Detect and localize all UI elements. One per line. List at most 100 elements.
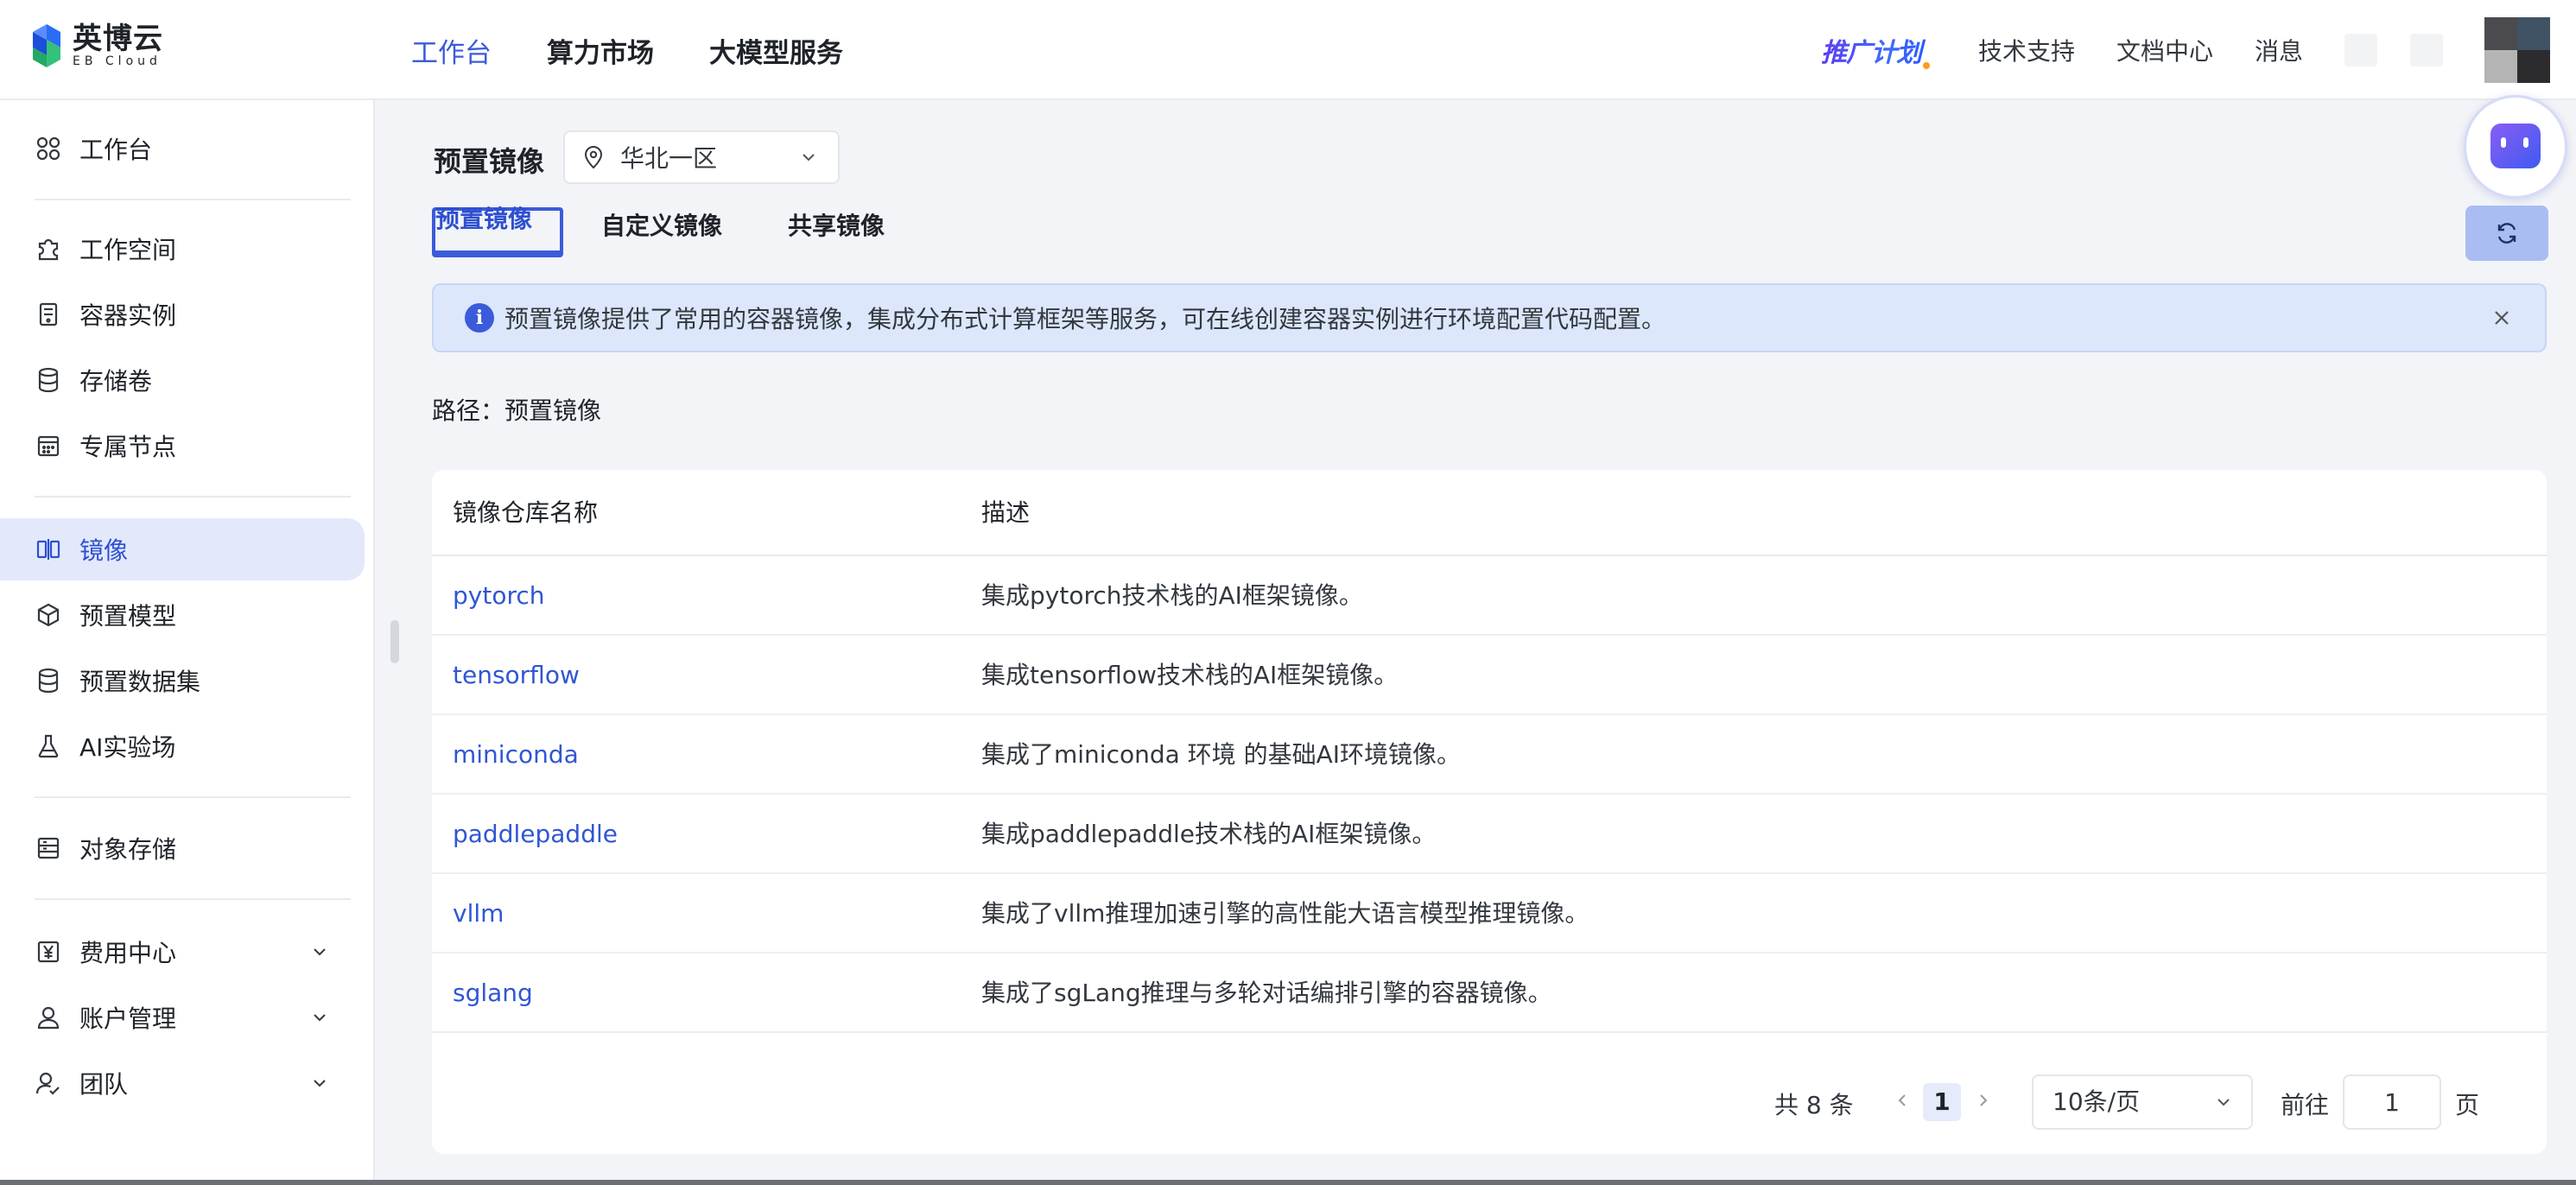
image-repo-table: 镜像仓库名称 描述 pytorch 集成pytorch技术栈的AI框架镜像。 t… [432,470,2547,1154]
tab-shared-images[interactable]: 共享镜像 [788,207,885,242]
info-icon: i [465,303,494,333]
refresh-icon [2497,223,2516,244]
window-bottom-edge [0,1180,2576,1185]
robot-icon [2490,124,2541,168]
ai-assistant-button[interactable] [2464,95,2567,199]
goto-label: 前往 [2281,1091,2330,1119]
repo-description: 集成paddlepaddle技术栈的AI框架镜像。 [981,820,1437,848]
chevron-down-icon [314,1080,326,1087]
team-icon [35,1072,60,1095]
repo-description: 集成tensorflow技术栈的AI框架镜像。 [981,661,1399,689]
chevron-down-icon [314,1014,326,1022]
repo-name-link[interactable]: vllm [453,874,504,954]
repo-name-link[interactable]: miniconda [453,715,579,795]
sidebar-item-label: AI实验场 [79,733,176,762]
alert-text: 预置镜像提供了常用的容器镜像，集成分布式计算框架等服务，可在线创建容器实例进行环… [504,305,1666,333]
page-size-select[interactable]: 10条/页 [2032,1074,2253,1130]
topnav-workbench[interactable]: 工作台 [411,31,492,70]
region-value: 华北一区 [620,144,718,173]
top-right-area: 推广计划 技术支持 文档中心 消息 [1821,0,2550,100]
repo-description: 集成了miniconda 环境 的基础AI环境镜像。 [981,740,1461,769]
docs-center-link[interactable]: 文档中心 [2116,33,2213,67]
table-row: miniconda 集成了miniconda 环境 的基础AI环境镜像。 [432,715,2547,795]
tab-active-indicator [435,250,560,254]
sidebar: 工作台 工作空间 容器实例 存储卷 专属节点 镜像 预置模型 预置数据集 AI实… [0,100,375,1185]
repo-name-link[interactable]: tensorflow [453,636,580,715]
sidebar-item-label: 专属节点 [79,433,177,461]
column-header-name: 镜像仓库名称 [453,498,599,527]
sidebar-divider [35,199,351,200]
chevron-down-icon [314,948,326,956]
top-nav: 工作台 算力市场 大模型服务 [411,0,898,100]
sidebar-item-label: 工作台 [79,136,153,164]
sidebar-item-object-storage[interactable]: 对象存储 [0,817,365,879]
repo-name-link[interactable]: pytorch [453,556,545,636]
sidebar-item-ai-lab[interactable]: AI实验场 [0,715,365,777]
table-row: paddlepaddle 集成paddlepaddle技术栈的AI框架镜像。 [432,795,2547,874]
sidebar-item-label: 账户管理 [79,1004,177,1033]
table-header: 镜像仓库名称 描述 [432,470,2547,556]
sidebar-item-preset-datasets[interactable]: 预置数据集 [0,650,365,712]
database-icon [38,668,59,694]
top-bar: 英博云 EB Cloud 工作台 算力市场 大模型服务 推广计划 技术支持 文档… [0,0,2576,100]
sidebar-item-images[interactable]: 镜像 [0,518,365,580]
sidebar-item-label: 预置模型 [79,602,177,631]
pagination-current-page[interactable]: 1 [1923,1083,1961,1121]
page-size-value: 10条/页 [2053,1087,2141,1116]
page-unit-label: 页 [2455,1091,2480,1119]
sidebar-item-workspace[interactable]: 工作空间 [0,218,365,280]
placeholder-icon[interactable] [2410,34,2443,67]
location-pin-icon [584,146,603,169]
goto-page-input[interactable] [2343,1074,2441,1130]
chevron-right-icon[interactable] [1973,1090,1994,1111]
sidebar-item-dedicated-nodes[interactable]: 专属节点 [0,415,365,477]
repo-name-link[interactable]: sglang [453,954,533,1033]
sidebar-item-storage-volumes[interactable]: 存储卷 [0,349,365,411]
puzzle-icon [38,238,59,261]
yen-icon [37,941,60,963]
tab-preset-images[interactable]: 预置镜像 [432,207,563,257]
sidebar-item-workbench[interactable]: 工作台 [0,117,365,180]
sidebar-item-label: 容器实例 [79,301,177,330]
logo[interactable]: 英博云 EB Cloud [29,21,163,69]
tech-support-link[interactable]: 技术支持 [1978,33,2075,67]
chevron-down-icon [2218,1099,2230,1106]
chevron-down-icon [803,154,815,162]
promo-dot [1922,62,1930,69]
promo-label: 推广计划 [1820,38,1921,68]
sidebar-resize-handle[interactable] [390,620,399,663]
mirror-icon [36,539,60,560]
logo-name: 英博云 [73,22,163,56]
table-row: tensorflow 集成tensorflow技术栈的AI框架镜像。 [432,636,2547,715]
sidebar-item-billing[interactable]: 费用中心 [0,921,365,983]
region-select[interactable]: 华北一区 [563,130,840,184]
flask-icon [38,734,59,758]
repo-name-link[interactable]: paddlepaddle [453,795,618,874]
refresh-button[interactable] [2465,206,2548,261]
grid-icon [36,136,60,161]
table-row: vllm 集成了vllm推理加速引擎的高性能大语言模型推理镜像。 [432,874,2547,954]
placeholder-icon[interactable] [2344,34,2377,67]
sidebar-item-label: 团队 [79,1070,129,1099]
chevron-left-icon[interactable] [1892,1090,1913,1111]
info-alert: i 预置镜像提供了常用的容器镜像，集成分布式计算框架等服务，可在线创建容器实例进… [432,283,2547,352]
avatar[interactable] [2484,17,2550,83]
sidebar-item-label: 预置数据集 [79,668,201,696]
sidebar-item-preset-models[interactable]: 预置模型 [0,584,365,646]
database-icon [38,367,59,393]
tab-custom-images[interactable]: 自定义镜像 [601,207,722,242]
sidebar-item-team[interactable]: 团队 [0,1052,365,1114]
column-header-description: 描述 [981,498,1031,527]
tab-label: 预置镜像 [435,205,533,233]
topnav-llm-service[interactable]: 大模型服务 [709,31,843,70]
sidebar-item-account[interactable]: 账户管理 [0,986,365,1049]
topnav-compute-market[interactable]: 算力市场 [547,31,654,70]
logo-subtitle: EB Cloud [73,54,162,68]
repo-description: 集成了vllm推理加速引擎的高性能大语言模型推理镜像。 [981,899,1589,928]
close-icon[interactable] [2490,306,2514,330]
promo-link[interactable]: 推广计划 [1821,31,1930,69]
cube-icon [37,603,60,627]
sidebar-item-container-instances[interactable]: 容器实例 [0,283,365,345]
sidebar-item-label: 存储卷 [79,367,153,396]
messages-link[interactable]: 消息 [2255,33,2303,67]
